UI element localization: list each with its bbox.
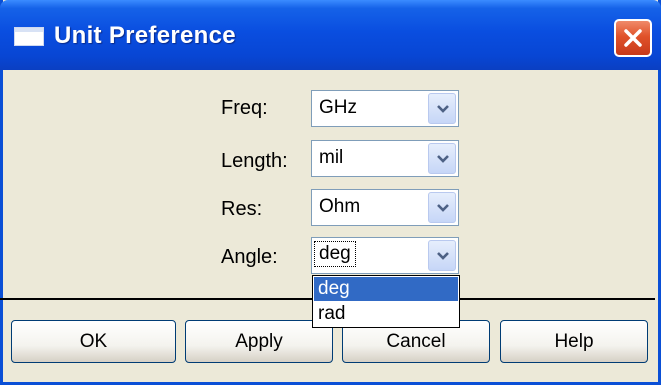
freq-dropdown-button[interactable] <box>428 93 456 124</box>
chevron-down-icon <box>437 155 449 163</box>
chevron-down-icon <box>437 252 449 260</box>
close-button[interactable] <box>614 19 652 57</box>
chevron-down-icon <box>437 105 449 113</box>
help-button[interactable]: Help <box>500 320 648 363</box>
angle-option-deg[interactable]: deg <box>314 277 458 301</box>
freq-value: GHz <box>319 97 357 118</box>
length-label: Length: <box>221 150 288 172</box>
angle-option-rad[interactable]: rad <box>314 302 458 326</box>
angle-dropdown-list: deg rad <box>312 275 460 328</box>
angle-value: deg <box>314 241 356 267</box>
freq-label: Freq: <box>221 97 268 119</box>
length-select[interactable]: mil <box>311 140 459 177</box>
res-dropdown-button[interactable] <box>428 192 456 223</box>
length-dropdown-button[interactable] <box>428 143 456 174</box>
angle-label: Angle: <box>221 246 278 268</box>
apply-button[interactable]: Apply <box>185 320 333 363</box>
close-icon <box>624 29 642 47</box>
res-value: Ohm <box>319 196 361 217</box>
angle-select[interactable]: deg <box>311 237 459 274</box>
window-title: Unit Preference <box>54 22 236 49</box>
ok-button[interactable]: OK <box>11 320 176 363</box>
window-icon <box>14 27 44 46</box>
res-label: Res: <box>221 198 263 220</box>
title-bar[interactable]: Unit Preference <box>0 0 661 70</box>
chevron-down-icon <box>437 204 449 212</box>
freq-select[interactable]: GHz <box>311 90 459 127</box>
res-select[interactable]: Ohm <box>311 189 459 226</box>
length-value: mil <box>319 147 344 168</box>
angle-dropdown-button[interactable] <box>428 240 456 271</box>
